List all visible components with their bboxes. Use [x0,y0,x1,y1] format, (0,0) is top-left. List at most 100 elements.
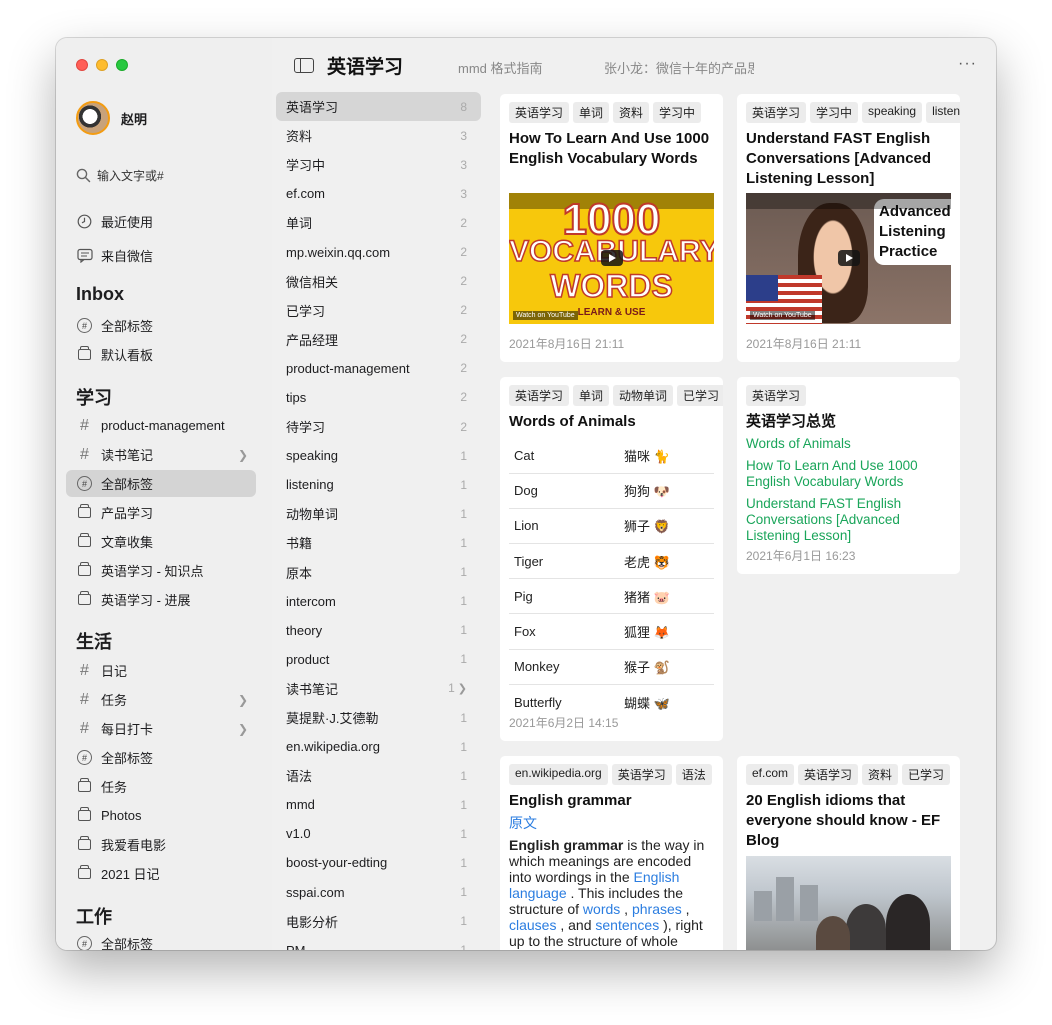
note-card[interactable]: en.wikipedia.org 英语学习 语法 English grammar… [500,756,723,950]
sidebar-item-product-study[interactable]: 产品学习 [66,499,256,526]
tag-list-item[interactable]: product-management 2 [276,354,481,383]
tag-list-item[interactable]: 读书笔记 1 ❯ [276,674,481,703]
tab-wechat-article[interactable]: 张小龙：微信十年的产品思考 [604,58,754,77]
source-link[interactable]: 原文 [509,815,537,831]
sidebar-item-task-board[interactable]: 任务 [66,773,256,800]
tag-list-item[interactable]: 已学习 2 [276,296,481,325]
note-link[interactable]: Words of Animals [737,436,960,452]
tag-list-item[interactable]: theory 1 [276,616,481,645]
tag-chip[interactable]: 已学习 [902,764,951,785]
tag-list-item[interactable]: 单词 2 [276,208,481,237]
tag-list-item[interactable]: v1.0 1 [276,819,481,848]
tag-list-item[interactable]: 动物单词 1 [276,499,481,528]
sidebar-item-all-tags-active[interactable]: # 全部标签 [66,470,256,497]
tag-list-item[interactable]: boost-your-edting 1 [276,848,481,877]
note-card[interactable]: 英语学习 英语学习总览 Words of Animals How To Lear… [737,377,960,574]
tag-list-item[interactable]: mp.weixin.qq.com 2 [276,237,481,266]
tag-list-item[interactable]: 产品经理 2 [276,325,481,354]
tag-list-item[interactable]: 电影分析 1 [276,907,481,936]
tag-list-item[interactable]: 英语学习 8 [276,92,481,122]
tag-list-item[interactable]: PM 1 [276,936,481,950]
wiki-link[interactable]: words [583,901,620,917]
note-link[interactable]: Understand FAST English Conversations [A… [737,496,960,544]
tag-chip[interactable]: 英语学习 [798,764,859,785]
chevron-right-icon[interactable]: ❯ [238,693,248,707]
tag-chip[interactable]: 英语学习 [746,385,807,406]
tag-list-item[interactable]: 语法 1 [276,761,481,790]
sidebar-item-english-knowledge[interactable]: 英语学习 - 知识点 [66,557,256,584]
tag-chip[interactable]: 英语学习 [509,102,570,123]
tag-chip[interactable]: 语法 [675,764,712,785]
tag-list-item[interactable]: 资料 3 [276,121,481,150]
sidebar-item-movies[interactable]: 我爱看电影 [66,831,256,858]
minimize-window-button[interactable] [96,59,108,71]
tag-chip[interactable]: 资料 [613,102,650,123]
tag-chip[interactable]: 动物单词 [613,385,674,406]
tag-list-item[interactable]: product 1 [276,645,481,674]
wiki-link[interactable]: sentences [595,917,659,933]
tag-list-item[interactable]: intercom 1 [276,587,481,616]
sidebar-item-article-collection[interactable]: 文章收集 [66,528,256,555]
wiki-link[interactable]: clauses [509,917,556,933]
note-card[interactable]: 英语学习 单词 动物单词 已学习 Words of Animals Cat 猫咪 … [500,377,723,741]
tag-chip[interactable]: en.wikipedia.org [509,764,608,785]
sidebar-item-all-tags[interactable]: # 全部标签 [66,312,256,339]
tag-list-item[interactable]: 待学习 2 [276,412,481,441]
tag-list-item[interactable]: sspai.com 1 [276,878,481,907]
tag-list-item[interactable]: mmd 1 [276,790,481,819]
more-options-icon[interactable]: ··· [958,55,977,73]
tag-list-item[interactable]: 学习中 3 [276,150,481,179]
tag-list-item[interactable]: 原本 1 [276,558,481,587]
chevron-right-icon[interactable]: ❯ [458,682,467,695]
note-card[interactable]: 英语学习 学习中 speaking listening Understand F… [737,94,960,362]
nav-recent[interactable]: 最近使用 [66,208,256,235]
tag-list-item[interactable]: 微信相关 2 [276,267,481,296]
sidebar-item-diary[interactable]: # 日记 [66,657,256,684]
tag-chip[interactable]: 英语学习 [746,102,807,123]
tag-list-item[interactable]: speaking 1 [276,441,481,470]
note-card[interactable]: 英语学习 单词 资料 学习中 How To Learn And Use 1000… [500,94,723,362]
close-window-button[interactable] [76,59,88,71]
play-icon[interactable] [838,250,860,266]
sidebar-toggle-icon[interactable] [294,58,314,73]
maximize-window-button[interactable] [116,59,128,71]
tag-chip[interactable]: 资料 [862,764,899,785]
chevron-right-icon[interactable]: ❯ [238,722,248,736]
sidebar-item-all-tags-life[interactable]: # 全部标签 [66,744,256,771]
tag-chip[interactable]: 单词 [573,102,610,123]
sidebar-item-all-tags-work[interactable]: # 全部标签 [66,930,256,950]
sidebar-item-english-progress[interactable]: 英语学习 - 进展 [66,586,256,613]
play-icon[interactable] [601,250,623,266]
tag-chip[interactable]: 学习中 [653,102,702,123]
sidebar-item-tasks[interactable]: # 任务 ❯ [66,686,256,713]
tag-list-item[interactable]: 书籍 1 [276,528,481,557]
tag-chip[interactable]: 已学习 [677,385,723,406]
sidebar-item-2021-diary[interactable]: 2021 日记 [66,860,256,887]
tag-list-item[interactable]: 莫提默·J.艾德勒 1 [276,703,481,732]
tag-list-item[interactable]: tips 2 [276,383,481,412]
video-thumbnail[interactable]: 1000 VOCABULARY WORDS LEARN & USE Watch … [509,193,714,324]
tag-chip[interactable]: 单词 [573,385,610,406]
tag-list-item[interactable]: ef.com 3 [276,179,481,208]
tag-chip[interactable]: listening [926,102,960,123]
tag-chip[interactable]: 学习中 [810,102,859,123]
video-thumbnail[interactable]: Advanced Listening Practice Watch on You… [746,193,951,324]
sidebar-item-reading-notes[interactable]: # 读书笔记 ❯ [66,441,256,468]
tab-mmd-guide[interactable]: mmd 格式指南 [458,58,578,77]
note-card[interactable]: ef.com 英语学习 资料 已学习 20 English idioms tha… [737,756,960,950]
tag-list-item[interactable]: listening 1 [276,470,481,499]
tag-list-item[interactable]: en.wikipedia.org 1 [276,732,481,761]
tag-chip[interactable]: 英语学习 [611,764,672,785]
sidebar-item-product-management[interactable]: # product-management [66,412,256,439]
sidebar-item-default-board[interactable]: 默认看板 [66,341,256,368]
wiki-link[interactable]: phrases [632,901,682,917]
tag-chip[interactable]: ef.com [746,764,795,785]
note-link[interactable]: How To Learn And Use 1000 English Vocabu… [737,458,960,490]
user-profile[interactable]: 赵明 [76,101,147,135]
sidebar-item-photos[interactable]: Photos [66,802,256,829]
tag-chip[interactable]: speaking [862,102,923,123]
nav-wechat[interactable]: 来自微信 [66,242,256,269]
sidebar-item-daily-checkin[interactable]: # 每日打卡 ❯ [66,715,256,742]
tag-chip[interactable]: 英语学习 [509,385,570,406]
search-input[interactable]: 输入文字或# [76,167,164,184]
